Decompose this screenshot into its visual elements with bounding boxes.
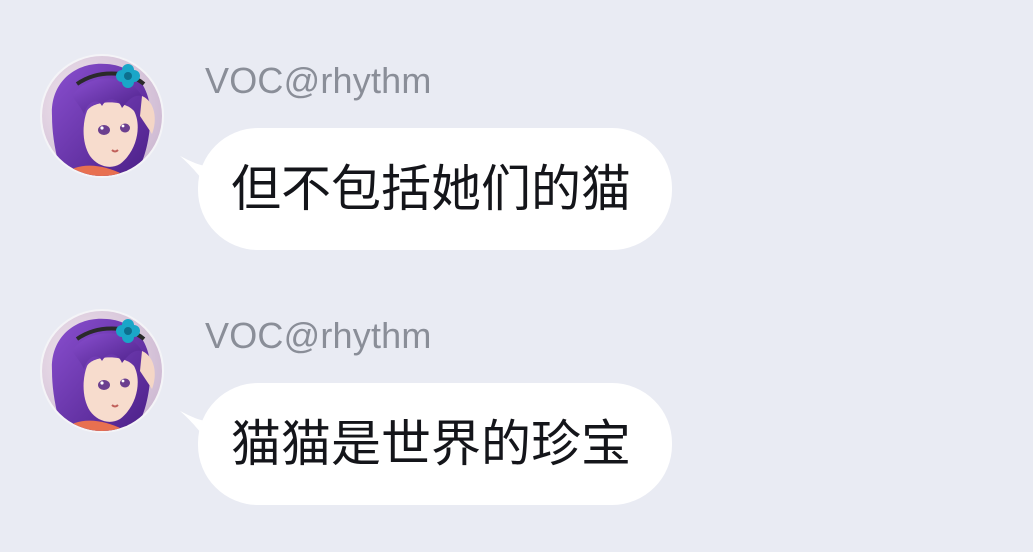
message-text: 猫猫是世界的珍宝 (231, 415, 631, 473)
chat-message: VOC@rhythm 猫猫是世界的珍宝 (0, 255, 1033, 505)
chat-message: VOC@rhythm 但不包括她们的猫 (0, 0, 1033, 250)
message-bubble[interactable]: 猫猫是世界的珍宝 (198, 383, 672, 505)
anime-girl-avatar-icon (42, 311, 162, 431)
avatar[interactable] (42, 311, 162, 431)
message-text: 但不包括她们的猫 (231, 160, 631, 218)
anime-girl-avatar-icon (42, 56, 162, 176)
avatar[interactable] (42, 56, 162, 176)
sender-name: VOC@rhythm (205, 315, 432, 356)
message-bubble[interactable]: 但不包括她们的猫 (198, 128, 672, 250)
sender-name: VOC@rhythm (205, 60, 432, 101)
